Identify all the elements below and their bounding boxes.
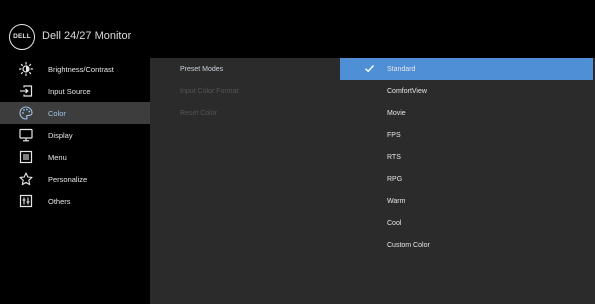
main-menu: Brightness/Contrast Input Source Color D… [0,58,150,212]
brightness-icon [17,61,34,78]
submenu-item-input-color-format: Input Color Format [180,87,239,95]
option-label: ComfortView [387,87,427,95]
color-submenu: Preset Modes Input Color Format Reset Co… [180,58,340,124]
menu-item-label: Menu [48,152,67,162]
color-palette-icon [17,105,34,122]
submenu-item-reset-color: Reset Color [180,109,217,117]
option-label: FPS [387,131,401,139]
menu-item-label: Input Source [48,86,91,96]
menu-item-input-source[interactable]: Input Source [0,80,150,102]
menu-item-label: Brightness/Contrast [48,64,114,74]
monitor-model-title: Dell 24/27 Monitor [42,30,132,42]
color-settings-panel: Preset Modes Input Color Format Reset Co… [150,58,595,304]
option-standard[interactable]: Standard [340,58,593,80]
option-label: Custom Color [387,241,430,249]
option-custom-color[interactable]: Custom Color [340,234,593,256]
osd-sidebar: DELL Dell 24/27 Monitor Brightness/Contr… [0,0,150,304]
menu-item-personalize[interactable]: Personalize [0,168,150,190]
osd-header: DELL Dell 24/27 Monitor [0,0,150,58]
submenu-item-preset-modes[interactable]: Preset Modes [180,58,340,80]
option-label: Standard [387,65,416,73]
menu-item-color[interactable]: Color [0,102,150,124]
option-fps[interactable]: FPS [340,124,593,146]
menu-item-display[interactable]: Display [0,124,150,146]
menu-item-label: Personalize [48,174,88,184]
option-movie[interactable]: Movie [340,102,593,124]
option-label: RPG [387,175,403,183]
option-label: Movie [387,109,406,117]
monitor-osd: DELL Dell 24/27 Monitor Brightness/Contr… [0,0,595,304]
menu-item-label: Color [48,108,66,118]
others-icon [17,193,34,210]
option-rpg[interactable]: RPG [340,168,593,190]
menu-icon [17,149,34,166]
option-comfortview[interactable]: ComfortView [340,80,593,102]
checkmark-icon [365,65,375,73]
input-source-icon [17,83,34,100]
option-label: Warm [387,197,406,205]
star-icon [17,171,34,188]
menu-item-others[interactable]: Others [0,190,150,212]
option-cool[interactable]: Cool [340,212,593,234]
preset-mode-options: Standard ComfortView Movie FPS RTS RPG W… [340,58,593,256]
option-warm[interactable]: Warm [340,190,593,212]
option-label: Cool [387,219,402,227]
dell-logo-icon: DELL [9,24,35,50]
menu-item-label: Display [48,130,73,140]
display-icon [17,127,34,144]
option-label: RTS [387,153,401,161]
panel-top-area [150,0,595,58]
menu-item-menu[interactable]: Menu [0,146,150,168]
option-rts[interactable]: RTS [340,146,593,168]
menu-item-brightness-contrast[interactable]: Brightness/Contrast [0,58,150,80]
menu-item-label: Others [48,196,71,206]
